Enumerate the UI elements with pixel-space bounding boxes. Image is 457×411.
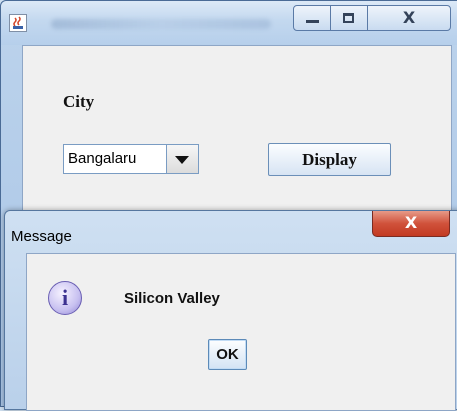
dialog-title: Message [11,228,72,245]
message-dialog: Message X i Silicon Valley OK [4,210,457,411]
city-combo-box[interactable]: Bangalaru [63,144,199,174]
minimize-button[interactable] [293,5,331,31]
maximize-button[interactable] [330,5,368,31]
dropdown-arrow-icon[interactable] [166,145,198,173]
maximize-icon [343,13,354,23]
ok-button[interactable]: OK [208,339,247,370]
main-titlebar[interactable]: X [1,1,457,45]
dialog-content-panel: i Silicon Valley OK [26,253,456,411]
dialog-close-button[interactable]: X [372,211,450,237]
city-combo-value: Bangalaru [68,150,137,167]
window-title [51,19,271,29]
display-button[interactable]: Display [268,143,391,176]
info-icon: i [48,281,82,315]
message-text: Silicon Valley [124,290,220,307]
close-icon: X [402,8,416,27]
minimize-icon [306,20,319,23]
java-icon[interactable] [9,14,27,32]
close-button[interactable]: X [367,5,451,31]
city-label: City [63,92,95,111]
close-icon: X [404,213,418,232]
